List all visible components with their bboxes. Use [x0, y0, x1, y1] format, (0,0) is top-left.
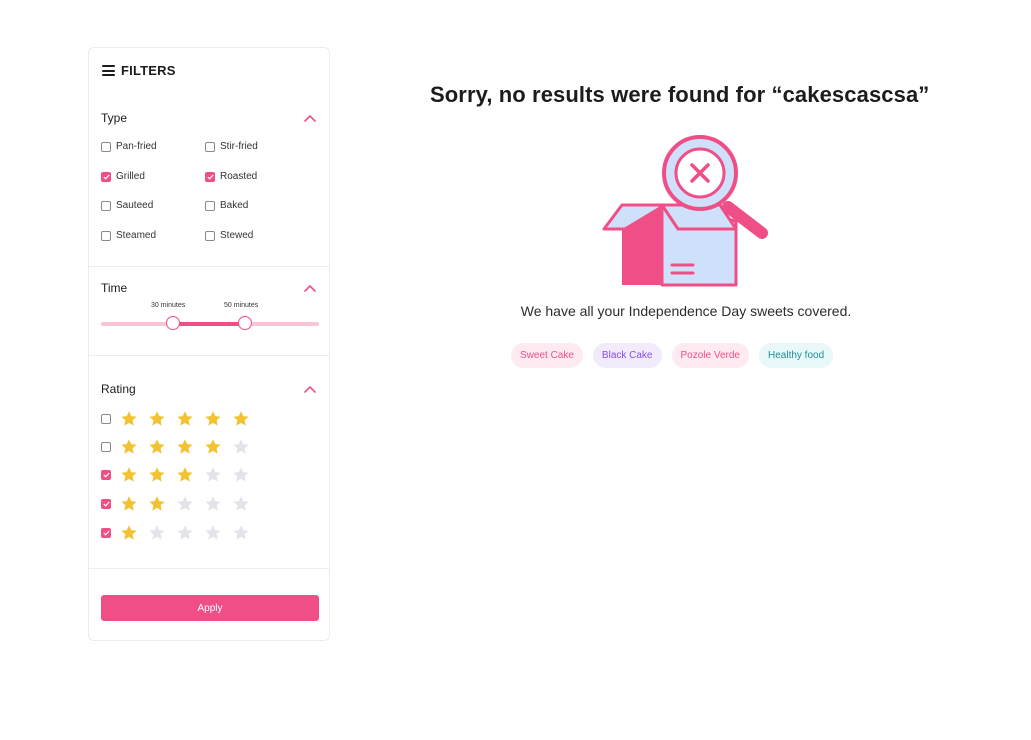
star-filled-icon [121, 411, 137, 426]
type-option-pan-fried[interactable]: Pan-fried [101, 141, 157, 152]
time-min-handle[interactable] [165, 316, 180, 330]
type-option-label: Steamed [116, 230, 157, 241]
type-option-label: Grilled [116, 171, 145, 182]
chevron-up-icon[interactable] [304, 385, 316, 393]
type-option-baked[interactable]: Baked [205, 200, 248, 211]
star-filled-icon [121, 496, 137, 511]
apply-button[interactable]: Apply [101, 595, 319, 621]
star-filled-icon [121, 439, 137, 454]
suggestion-chip-black-cake[interactable]: Black Cake [592, 343, 662, 368]
star-empty-icon [205, 525, 221, 540]
time-max-handle[interactable] [237, 316, 252, 330]
star-filled-icon [177, 411, 193, 426]
no-results-headline: Sorry, no results were found for “cakesc… [430, 82, 930, 107]
checkbox[interactable] [101, 413, 111, 424]
star-filled-icon [177, 467, 193, 482]
no-results-subtext: We have all your Independence Day sweets… [520, 303, 852, 319]
star-empty-icon [149, 525, 165, 540]
type-option-label: Stewed [220, 230, 254, 241]
time-max-label: 50 minutes [224, 302, 259, 309]
checkbox[interactable] [101, 498, 111, 509]
star-filled-icon [149, 411, 165, 426]
star-rating [120, 495, 250, 512]
star-empty-icon [233, 496, 249, 511]
filters-panel: FILTERS Type Pan-fried Stir-fried Grilled R… [88, 47, 330, 641]
suggestion-chip-sweet-cake[interactable]: Sweet Cake [511, 343, 583, 368]
rating-option-1[interactable] [101, 524, 250, 541]
star-filled-icon [205, 439, 221, 454]
suggestion-chips: Sweet Cake Black Cake Pozole Verde Healthy … [511, 343, 834, 368]
star-filled-icon [177, 439, 193, 454]
rating-option-3[interactable] [101, 466, 250, 483]
star-empty-icon [233, 439, 249, 454]
star-filled-icon [149, 496, 165, 511]
type-option-label: Sauteed [116, 200, 154, 211]
type-option-sauteed[interactable]: Sauteed [101, 200, 153, 211]
menu-icon[interactable] [102, 65, 115, 76]
star-empty-icon [205, 496, 221, 511]
star-empty-icon [233, 525, 249, 540]
type-option-stir-fried[interactable]: Stir-fried [205, 141, 258, 152]
filters-header: FILTERS [102, 63, 176, 78]
chevron-up-icon[interactable] [304, 114, 316, 122]
filters-title: FILTERS [121, 63, 176, 78]
divider [89, 355, 329, 356]
checkbox[interactable] [101, 200, 111, 211]
type-section-title: Type [101, 111, 128, 125]
star-filled-icon [121, 525, 137, 540]
checkbox[interactable] [101, 527, 111, 538]
checkbox[interactable] [205, 200, 215, 211]
star-filled-icon [233, 411, 249, 426]
star-empty-icon [177, 525, 193, 540]
chevron-up-icon[interactable] [304, 284, 316, 292]
checkbox[interactable] [205, 141, 215, 152]
rating-option-2[interactable] [101, 495, 250, 512]
empty-box-search-illustration [602, 135, 768, 287]
type-option-label: Stir-fried [220, 141, 258, 152]
checkbox[interactable] [101, 441, 111, 452]
time-min-label: 30 minutes [151, 302, 186, 309]
type-option-label: Baked [220, 200, 249, 211]
rating-option-5[interactable] [101, 410, 250, 427]
star-rating [120, 438, 250, 455]
star-filled-icon [121, 467, 137, 482]
rating-option-4[interactable] [101, 438, 250, 455]
type-option-label: Pan-fried [116, 141, 157, 152]
checkbox[interactable] [205, 230, 215, 241]
time-range-fill [172, 322, 245, 326]
checkbox[interactable] [101, 230, 111, 241]
checkbox[interactable] [205, 171, 215, 182]
star-empty-icon [177, 496, 193, 511]
rating-section-title: Rating [101, 382, 136, 396]
type-option-grilled[interactable]: Grilled [101, 171, 145, 182]
type-option-steamed[interactable]: Steamed [101, 230, 156, 241]
star-rating [120, 524, 250, 541]
checkbox[interactable] [101, 141, 111, 152]
suggestion-chip-healthy-food[interactable]: Healthy food [759, 343, 834, 368]
star-empty-icon [233, 467, 249, 482]
star-rating [120, 410, 250, 427]
star-filled-icon [205, 411, 221, 426]
type-option-label: Roasted [220, 171, 258, 182]
suggestion-chip-pozole-verde[interactable]: Pozole Verde [671, 343, 749, 368]
divider [89, 568, 329, 569]
star-filled-icon [149, 467, 165, 482]
type-option-roasted[interactable]: Roasted [205, 171, 257, 182]
star-filled-icon [149, 439, 165, 454]
star-rating [120, 466, 250, 483]
time-range-slider[interactable] [101, 316, 319, 330]
checkbox[interactable] [101, 469, 111, 480]
star-empty-icon [205, 467, 221, 482]
type-option-stewed[interactable]: Stewed [205, 230, 253, 241]
time-section-title: Time [101, 281, 128, 295]
divider [89, 266, 329, 267]
checkbox[interactable] [101, 171, 111, 182]
